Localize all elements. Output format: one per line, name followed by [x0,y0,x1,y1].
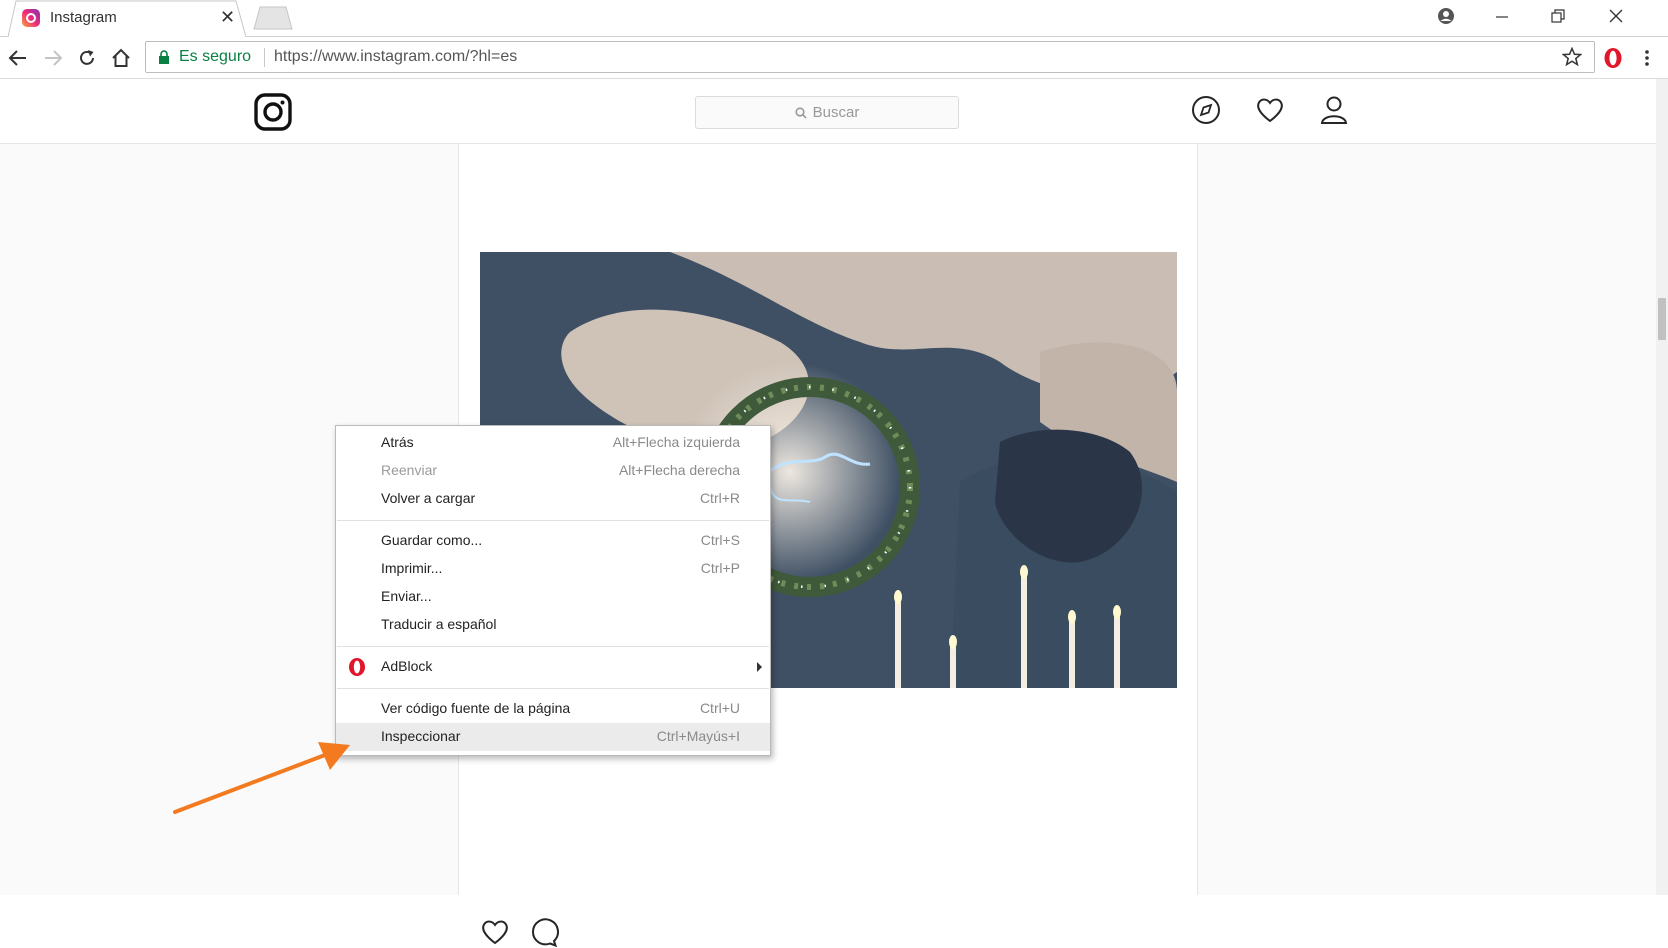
restore-icon[interactable] [1532,0,1584,32]
comment-icon[interactable] [527,916,559,948]
scrollbar-thumb[interactable] [1658,298,1666,340]
context-menu-item-guardar-como[interactable]: Guardar como... Ctrl+S [336,527,770,555]
context-menu-item-volver-a-cargar[interactable]: Volver a cargar Ctrl+R [336,485,770,513]
context-menu: Atrás Alt+Flecha izquierda Reenviar Alt+… [335,425,771,756]
heart-icon[interactable] [1254,94,1286,126]
context-menu-item-ver-codigo-fuente[interactable]: Ver código fuente de la página Ctrl+U [336,695,770,723]
like-heart-icon[interactable] [479,916,511,948]
home-icon[interactable] [108,45,134,71]
browser-tab[interactable]: Instagram ✕ [8,0,246,37]
tab-close-icon[interactable]: ✕ [220,7,235,28]
tab-title: Instagram [50,9,117,26]
menu-item-label: Traducir a español [381,616,497,632]
menu-item-shortcut: Ctrl+U [699,700,740,716]
menu-item-shortcut: Ctrl+R [699,490,740,506]
opera-adblock-icon [349,658,365,676]
new-tab-button[interactable] [253,6,293,30]
url-text[interactable]: https://www.instagram.com/?hl=es [274,48,517,66]
tab-outline [8,0,246,37]
search-placeholder: Buscar [812,104,860,121]
context-menu-item-imprimir[interactable]: Imprimir... Ctrl+P [336,555,770,583]
person-icon[interactable] [1318,94,1350,126]
instagram-logo-icon[interactable] [254,93,292,131]
opera-extension-icon[interactable] [1600,45,1626,71]
compass-icon[interactable] [1190,94,1222,126]
context-menu-item-enviar[interactable]: Enviar... [336,583,770,611]
search-box[interactable]: Buscar [695,96,959,129]
profile-icon[interactable] [1420,0,1472,32]
instagram-header: Buscar [0,79,1656,144]
menu-item-shortcut: Ctrl+S [700,532,740,548]
menu-item-shortcut: Ctrl+Mayús+I [656,728,740,744]
context-menu-item-adblock[interactable]: AdBlock [336,653,770,681]
menu-separator [337,520,769,521]
context-menu-item-traducir[interactable]: Traducir a español [336,611,770,639]
instagram-favicon-icon [22,9,40,27]
menu-separator [337,688,769,689]
address-bar[interactable]: Es seguro https://www.instagram.com/?hl=… [145,41,1595,73]
menu-item-label: Reenviar [381,462,438,478]
browser-toolbar: Es seguro https://www.instagram.com/?hl=… [0,37,1668,79]
bookmark-star-icon[interactable] [1562,47,1582,67]
menu-item-label: Enviar... [381,588,432,604]
reload-icon[interactable] [74,45,100,71]
browser-menu-icon[interactable] [1634,45,1660,71]
menu-item-label: AdBlock [381,658,433,674]
search-icon [795,106,807,119]
arrow-right-icon[interactable] [40,45,66,71]
menu-item-label: Imprimir... [381,560,443,576]
submenu-arrow-icon [757,662,762,672]
menu-item-shortcut: Alt+Flecha izquierda [612,434,740,450]
menu-item-label: Atrás [381,434,414,450]
instagram-page: Buscar [0,79,1668,948]
security-label[interactable]: Es seguro [179,48,251,66]
menu-item-label: Volver a cargar [381,490,476,506]
tab-strip: Instagram ✕ [0,0,1668,37]
menu-item-shortcut: Ctrl+P [700,560,740,576]
close-window-icon[interactable] [1590,0,1642,32]
context-menu-item-reenviar[interactable]: Reenviar Alt+Flecha derecha [336,457,770,485]
omnibox-divider [264,48,265,67]
context-menu-item-inspeccionar[interactable]: Inspeccionar Ctrl+Mayús+I [336,723,770,751]
lock-icon [159,50,169,64]
menu-item-shortcut: Alt+Flecha derecha [618,462,740,478]
context-menu-item-atras[interactable]: Atrás Alt+Flecha izquierda [336,429,770,457]
arrow-left-icon[interactable] [5,45,31,71]
minimize-icon[interactable] [1476,0,1528,32]
menu-separator [337,646,769,647]
menu-item-label: Inspeccionar [381,728,461,744]
page-scrollbar[interactable] [1656,79,1668,895]
menu-item-label: Guardar como... [381,532,483,548]
menu-item-label: Ver código fuente de la página [381,700,571,716]
